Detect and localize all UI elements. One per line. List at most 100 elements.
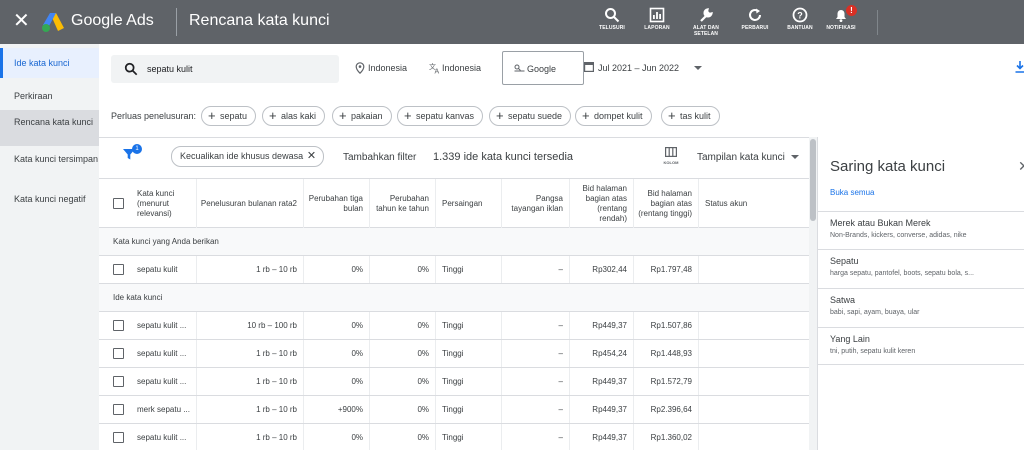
sidebar-item-saved-keywords[interactable]: Kata kunci tersimpan xyxy=(0,154,99,182)
view-selector[interactable]: Tampilan kata kunci xyxy=(697,152,785,163)
location-selector[interactable]: Indonesia xyxy=(355,62,407,74)
notifications-button[interactable]: ! NOTIFIKASI xyxy=(816,5,866,31)
row-checkbox[interactable] xyxy=(113,348,124,359)
cell-bid-low: Rp449,37 xyxy=(570,424,634,450)
row-checkbox[interactable] xyxy=(113,376,124,387)
date-range-selector[interactable]: Jul 2021 – Jun 2022 xyxy=(584,62,680,73)
cell-bid-low: Rp449,37 xyxy=(570,312,634,339)
col-account-status[interactable]: Status akun xyxy=(699,179,812,228)
plus-icon: + xyxy=(582,108,590,123)
expand-all-link[interactable]: Buka semua xyxy=(830,188,874,197)
cell-yoy: 0% xyxy=(370,340,436,367)
col-competition[interactable]: Persaingan xyxy=(436,179,502,228)
reports-icon xyxy=(649,7,665,23)
table-row[interactable]: merk sepatu ... 1 rb – 10 rb +900% 0% Ti… xyxy=(99,396,812,424)
cell-avg-searches: 1 rb – 10 rb xyxy=(197,368,304,395)
cell-bid-high: Rp1.507,86 xyxy=(634,312,699,339)
col-three-month-change[interactable]: Perubahan tiga bulan xyxy=(304,179,370,228)
table-row[interactable]: sepatu kulit ... 1 rb – 10 rb 0% 0% Ting… xyxy=(99,424,812,450)
sidebar: Ide kata kunci Perkiraan Rencana kata ku… xyxy=(0,44,99,450)
cell-yoy: 0% xyxy=(370,424,436,450)
scrollbar-thumb[interactable] xyxy=(810,139,816,221)
refine-group-animals[interactable]: Satwa babi, sapi, ayam, buaya, ular xyxy=(818,288,1024,326)
exclude-adult-chip[interactable]: Kecualikan ide khusus dewasa ✕ xyxy=(171,146,325,167)
search-value: sepatu kulit xyxy=(147,64,193,74)
row-checkbox[interactable] xyxy=(113,320,124,331)
chip-label: sepatu suede xyxy=(508,111,563,121)
table-row[interactable]: sepatu kulit 1 rb – 10 rb 0% 0% Tinggi –… xyxy=(99,256,812,284)
row-checkbox[interactable] xyxy=(113,404,124,415)
col-bid-low[interactable]: Bid halaman bagian atas (rentang rendah) xyxy=(570,179,634,228)
cell-avg-searches: 1 rb – 10 rb xyxy=(197,424,304,450)
refine-group-other[interactable]: Yang Lain tni, putih, sepatu kulit keren xyxy=(818,327,1024,365)
close-icon[interactable]: ✕ xyxy=(1018,158,1024,175)
divider xyxy=(877,10,878,35)
cell-bid-low: Rp454,24 xyxy=(570,340,634,367)
expand-chip-sepatu-kanvas[interactable]: + sepatu kanvas xyxy=(397,106,484,126)
search-icon xyxy=(605,8,620,23)
col-bid-high[interactable]: Bid halaman bagian atas (rentang tinggi) xyxy=(634,179,699,228)
expand-chip-tas-kulit[interactable]: + tas kulit xyxy=(661,106,720,126)
chevron-down-icon[interactable] xyxy=(694,66,702,70)
network-selector[interactable]: Google xyxy=(502,51,584,85)
sidebar-item-keyword-ideas[interactable]: Ide kata kunci xyxy=(0,48,99,78)
refresh-button[interactable]: PERBARUI xyxy=(730,7,780,31)
table-scrollbar[interactable] xyxy=(809,137,817,450)
reports-label: LAPORAN xyxy=(644,25,670,31)
cell-keyword[interactable]: sepatu kulit xyxy=(131,256,197,283)
search-network-icon xyxy=(514,64,525,72)
expand-chip-sepatu-suede[interactable]: + sepatu suede xyxy=(489,106,572,126)
table-row[interactable]: sepatu kulit ... 1 rb – 10 rb 0% 0% Ting… xyxy=(99,368,812,396)
cell-keyword[interactable]: sepatu kulit ... xyxy=(131,368,197,395)
expand-chip-sepatu[interactable]: + sepatu xyxy=(201,106,257,126)
network-value: Google xyxy=(527,64,557,74)
expand-chip-dompet-kulit[interactable]: + dompet kulit xyxy=(575,106,652,126)
cell-bid-high: Rp1.572,79 xyxy=(634,368,699,395)
cell-account-status xyxy=(699,368,812,395)
row-checkbox[interactable] xyxy=(113,432,124,443)
cell-keyword[interactable]: sepatu kulit ... xyxy=(131,312,197,339)
search-icon xyxy=(124,62,138,76)
plus-icon: + xyxy=(668,108,676,123)
reports-button[interactable]: LAPORAN xyxy=(632,7,682,31)
cell-yoy: 0% xyxy=(370,256,436,283)
table-row[interactable]: sepatu kulit ... 1 rb – 10 rb 0% 0% Ting… xyxy=(99,340,812,368)
columns-button[interactable]: KOLOM xyxy=(661,147,681,165)
select-all-checkbox[interactable] xyxy=(113,198,124,209)
chevron-down-icon[interactable] xyxy=(791,155,799,159)
close-icon[interactable]: ✕ xyxy=(307,147,316,166)
refine-group-title: Yang Lain xyxy=(830,334,870,344)
col-yoy-change[interactable]: Perubahan tahun ke tahun xyxy=(370,179,436,228)
row-checkbox[interactable] xyxy=(113,264,124,275)
refine-group-shoes[interactable]: Sepatu harga sepatu, pantofel, boots, se… xyxy=(818,249,1024,287)
chip-label: sepatu xyxy=(220,111,248,121)
sidebar-item-negative-keywords[interactable]: Kata kunci negatif xyxy=(0,194,99,222)
cell-keyword[interactable]: merk sepatu ... xyxy=(131,396,197,423)
download-icon[interactable] xyxy=(1015,61,1024,73)
col-avg-searches[interactable]: Penelusuran bulanan rata2 xyxy=(197,179,304,228)
cell-yoy: 0% xyxy=(370,368,436,395)
sidebar-item-keyword-plan[interactable]: Rencana kata kunci xyxy=(0,110,99,146)
expand-chip-pakaian[interactable]: + pakaian xyxy=(332,106,392,126)
sidebar-item-forecast[interactable]: Perkiraan xyxy=(0,88,99,108)
wrench-icon xyxy=(700,8,713,22)
search-input[interactable]: sepatu kulit xyxy=(111,55,339,83)
add-filter-button[interactable]: Tambahkan filter xyxy=(343,152,416,163)
expand-chip-alas-kaki[interactable]: + alas kaki xyxy=(262,106,326,126)
cell-bid-high: Rp2.396,64 xyxy=(634,396,699,423)
refine-group-brand[interactable]: Merek atau Bukan Merek Non-Brands, kicke… xyxy=(818,211,1024,249)
cell-account-status xyxy=(699,312,812,339)
tools-button[interactable]: ALAT DAN SETELAN xyxy=(681,7,731,37)
date-range-value: Jul 2021 – Jun 2022 xyxy=(598,63,680,73)
language-selector[interactable]: 文 A Indonesia xyxy=(429,62,481,74)
col-impression-share[interactable]: Pangsa tayangan iklan xyxy=(502,179,570,228)
table-row[interactable]: sepatu kulit ... 10 rb – 100 rb 0% 0% Ti… xyxy=(99,312,812,340)
cell-keyword[interactable]: sepatu kulit ... xyxy=(131,424,197,450)
chip-label: tas kulit xyxy=(680,111,711,121)
close-icon[interactable]: ✕ xyxy=(13,11,30,31)
cell-keyword[interactable]: sepatu kulit ... xyxy=(131,340,197,367)
cell-bid-high: Rp1.360,02 xyxy=(634,424,699,450)
search-button[interactable]: TELUSURI xyxy=(587,7,637,31)
refine-group-items: tni, putih, sepatu kulit keren xyxy=(830,348,916,355)
col-keyword[interactable]: Kata kunci (menurut relevansi) xyxy=(131,179,197,228)
